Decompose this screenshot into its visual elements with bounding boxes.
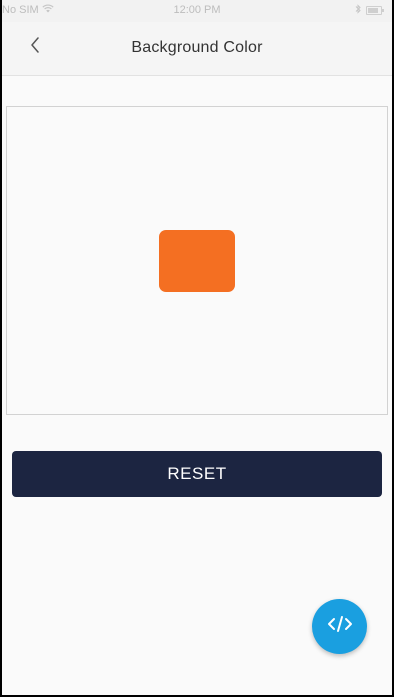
status-bar: No SIM 12:00 PM <box>2 0 392 22</box>
page-title: Background Color <box>131 39 263 56</box>
battery-icon <box>366 6 384 15</box>
bluetooth-icon <box>355 4 361 17</box>
color-preview-area <box>6 106 388 415</box>
code-icon <box>327 615 353 638</box>
navigation-bar: Background Color <box>2 22 392 76</box>
status-time: 12:00 PM <box>173 4 221 16</box>
app-screen: No SIM 12:00 PM Background Color RESET <box>2 0 392 695</box>
status-right <box>355 4 384 17</box>
reset-button[interactable]: RESET <box>12 451 382 497</box>
color-swatch <box>159 230 235 292</box>
view-code-button[interactable] <box>312 599 367 654</box>
